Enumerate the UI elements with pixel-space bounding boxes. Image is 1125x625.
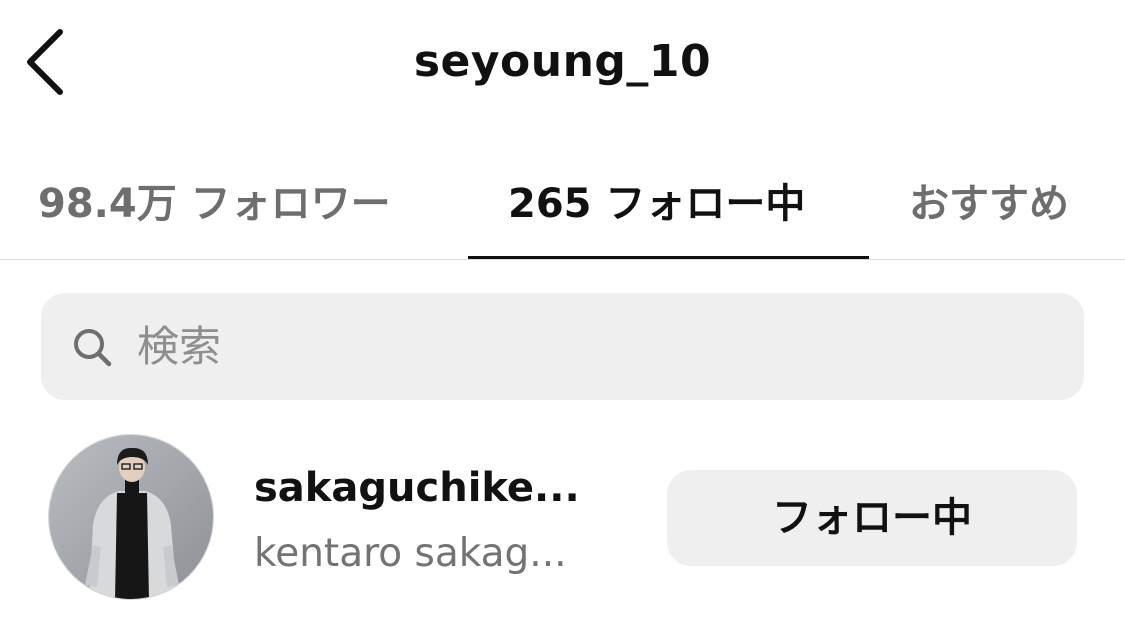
tab-bar: 98.4万 フォロワー 265 フォロー中 おすすめ bbox=[0, 150, 1125, 260]
avatar[interactable] bbox=[48, 434, 214, 600]
search-input[interactable]: 検索 bbox=[41, 293, 1084, 400]
avatar-photo bbox=[49, 435, 213, 599]
page-title: seyoung_10 bbox=[413, 36, 712, 87]
username[interactable]: sakaguchike... bbox=[254, 460, 580, 516]
tab-followers[interactable]: 98.4万 フォロワー bbox=[38, 164, 391, 244]
following-button[interactable]: フォロー中 bbox=[667, 470, 1077, 566]
tab-suggested[interactable]: おすすめ bbox=[909, 164, 1069, 244]
following-list-screen: seyoung_10 98.4万 フォロワー 265 フォロー中 おすすめ 検索 bbox=[0, 0, 1125, 625]
full-name: kentaro sakag... bbox=[254, 531, 567, 576]
list-item: sakaguchike... kentaro sakag... フォロー中 bbox=[0, 420, 1125, 620]
tab-following[interactable]: 265 フォロー中 bbox=[508, 164, 805, 244]
search-icon bbox=[74, 329, 112, 367]
tabs-divider bbox=[0, 259, 1125, 260]
search-placeholder: 検索 bbox=[137, 322, 222, 371]
